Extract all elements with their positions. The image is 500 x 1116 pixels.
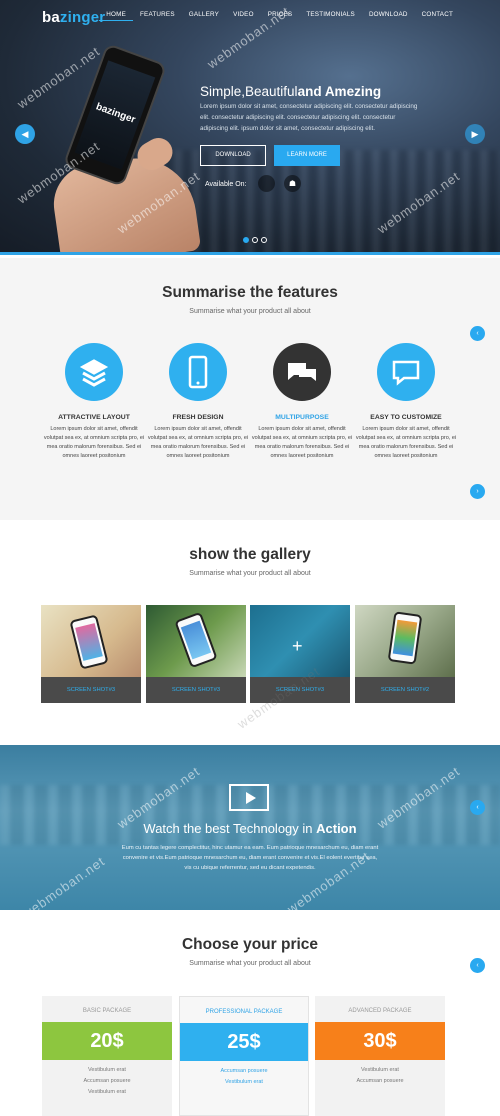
- gallery-item[interactable]: SCREEN SHOT#2: [355, 605, 455, 703]
- slider-dot-3[interactable]: [261, 237, 267, 243]
- zoom-plus-icon[interactable]: +: [292, 637, 303, 655]
- features-subtitle: Summarise what your product all about: [189, 308, 311, 315]
- video-side-nav-icon[interactable]: ‹: [470, 800, 485, 815]
- feature-text: Lorem ipsum dolor sit amet, offendit vol…: [355, 426, 457, 459]
- pricing-subtitle: Summarise what your product all about: [189, 960, 311, 967]
- feature-card: FRESH DESIGN Lorem ipsum dolor sit amet,…: [146, 343, 250, 461]
- pricing-title: Choose your price: [181, 936, 319, 953]
- price-value: 20$: [42, 1022, 172, 1060]
- features-title: Summarise the features: [162, 284, 338, 301]
- feature-title: ATTRACTIVE LAYOUT: [58, 414, 130, 421]
- feature-card: ATTRACTIVE LAYOUT Lorem ipsum dolor sit …: [42, 343, 146, 461]
- video-description: Eum cu tantas legere complectitur, hinc …: [121, 845, 379, 871]
- gallery-image: +: [250, 605, 350, 677]
- package-name: ADVANCED PACKAGE: [348, 1008, 412, 1014]
- gallery-subtitle: Summarise what your product all about: [189, 570, 311, 577]
- plan-feature: Accumsan posuere: [83, 1078, 131, 1084]
- feature-text: Lorem ipsum dolor sit amet, offendit vol…: [251, 426, 353, 459]
- play-icon[interactable]: [229, 784, 269, 811]
- download-button[interactable]: DOWNLOAD: [200, 145, 266, 166]
- hero-description: Lorem ipsum dolor sit amet, consectetur …: [200, 103, 418, 132]
- nav-item-gallery[interactable]: GALLERY: [182, 11, 226, 21]
- slider-dot-2[interactable]: [252, 237, 258, 243]
- plan-feature: Vestibulum erat: [88, 1067, 126, 1073]
- pricing-card-professional[interactable]: PROFESSIONAL PACKAGE 25$ Accumsan posuer…: [179, 996, 309, 1116]
- slider-prev-icon[interactable]: ◀: [15, 124, 35, 144]
- plan-feature: Accumsan posuere: [220, 1068, 268, 1074]
- price-value: 30$: [315, 1022, 445, 1060]
- nav-item-contact[interactable]: CONTACT: [415, 11, 460, 21]
- gallery-image: [355, 605, 455, 677]
- features-side-nav-icon[interactable]: ‹: [470, 326, 485, 341]
- layers-icon: [65, 343, 123, 401]
- nav-item-prices[interactable]: PRICES: [261, 11, 300, 21]
- feature-card: EASY TO CUSTOMIZE Lorem ipsum dolor sit …: [354, 343, 458, 461]
- video-title: Watch the best Technology in Action: [143, 821, 357, 836]
- gallery-caption: SCREEN SHOT#3: [171, 687, 221, 693]
- plan-feature: Vestibulum erat: [225, 1079, 263, 1085]
- chat-icon: [273, 343, 331, 401]
- slider-next-icon[interactable]: ▶: [465, 124, 485, 144]
- phone-screen-logo: bazinger: [94, 101, 137, 126]
- feature-title: FRESH DESIGN: [172, 414, 224, 421]
- nav-item-features[interactable]: FEATURES: [133, 11, 182, 21]
- nav-item-home[interactable]: HOME: [99, 11, 133, 21]
- feature-title: EASY TO CUSTOMIZE: [370, 414, 442, 421]
- learn-more-button[interactable]: LEARN MORE: [274, 145, 340, 166]
- features-scroll-icon[interactable]: ›: [470, 484, 485, 499]
- phone-icon: [169, 343, 227, 401]
- features-section: Summarise the features Summarise what yo…: [0, 258, 500, 520]
- feature-card: MULTIPURPOSE Lorem ipsum dolor sit amet,…: [250, 343, 354, 461]
- pricing-card-advanced[interactable]: ADVANCED PACKAGE 30$ Vestibulum erat Acc…: [315, 996, 445, 1116]
- pricing-side-nav-icon[interactable]: ‹: [470, 958, 485, 973]
- hand-holding-phone-image: bazinger: [48, 42, 202, 255]
- price-value: 25$: [180, 1023, 308, 1061]
- nav-item-video[interactable]: VIDEO: [226, 11, 261, 21]
- hero-title: Simple,Beautifuland Amezing: [200, 84, 382, 99]
- package-name: BASIC PACKAGE: [82, 1008, 132, 1014]
- gallery-section: show the gallery Summarise what your pro…: [0, 520, 500, 745]
- android-store-icon[interactable]: ☗: [284, 175, 301, 192]
- plan-feature: Vestibulum erat: [88, 1089, 126, 1095]
- top-navigation: bazinger HOME FEATURES GALLERY VIDEO PRI…: [0, 0, 500, 30]
- gallery-caption: SCREEN SHOT#3: [66, 687, 116, 693]
- video-section: Watch the best Technology in Action Eum …: [0, 745, 500, 910]
- brand-logo[interactable]: bazinger: [42, 9, 105, 26]
- gallery-item[interactable]: + SCREEN SHOT#3: [250, 605, 350, 703]
- apple-store-icon[interactable]: [258, 175, 275, 192]
- gallery-title: show the gallery: [189, 546, 311, 563]
- gallery-caption: SCREEN SHOT#2: [380, 687, 430, 693]
- plan-feature: Vestibulum erat: [361, 1067, 399, 1073]
- available-on-label: Available On:: [205, 181, 247, 188]
- hero-slider: bazinger HOME FEATURES GALLERY VIDEO PRI…: [0, 0, 500, 255]
- gallery-caption: SCREEN SHOT#3: [275, 687, 325, 693]
- nav-item-download[interactable]: DOWNLOAD: [362, 11, 415, 21]
- gallery-item[interactable]: SCREEN SHOT#3: [41, 605, 141, 703]
- pricing-section: Choose your price Summarise what your pr…: [0, 910, 500, 1116]
- slider-dot-1[interactable]: [243, 237, 249, 243]
- plan-feature: Accumsan posuere: [356, 1078, 404, 1084]
- message-icon: [377, 343, 435, 401]
- pricing-card-basic[interactable]: BASIC PACKAGE 20$ Vestibulum erat Accums…: [42, 996, 172, 1116]
- package-name: PROFESSIONAL PACKAGE: [205, 1009, 283, 1015]
- feature-text: Lorem ipsum dolor sit amet, offendit vol…: [147, 426, 249, 459]
- feature-text: Lorem ipsum dolor sit amet, offendit vol…: [43, 426, 145, 459]
- gallery-image: [41, 605, 141, 677]
- nav-item-testimonials[interactable]: TESTIMONIALS: [299, 11, 362, 21]
- slider-pagination: [243, 237, 267, 243]
- gallery-image: [146, 605, 246, 677]
- feature-title: MULTIPURPOSE: [275, 414, 329, 421]
- nav-menu: HOME FEATURES GALLERY VIDEO PRICES TESTI…: [99, 11, 460, 21]
- gallery-item[interactable]: SCREEN SHOT#3: [146, 605, 246, 703]
